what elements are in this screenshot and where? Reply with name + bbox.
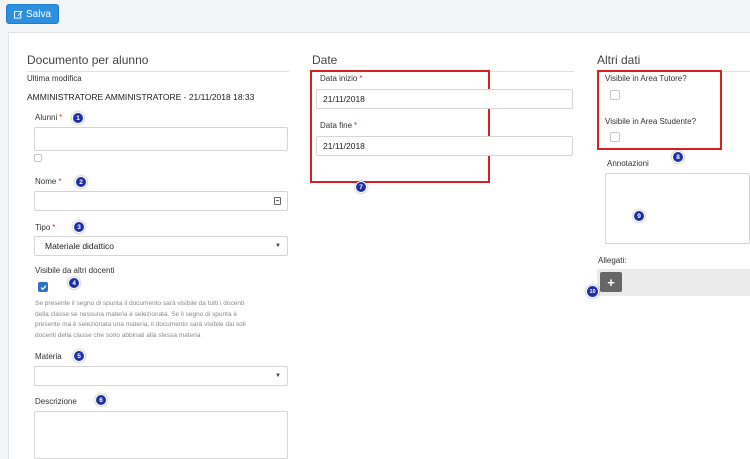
chevron-down-icon: ▼	[275, 373, 281, 379]
visibile-help-text: Se presente il segno di spunta il docume…	[35, 300, 246, 339]
data-inizio-label: Data inizio *	[320, 74, 363, 83]
badge-4: 4	[69, 278, 79, 288]
studente-checkbox[interactable]	[610, 132, 620, 142]
descrizione-textarea[interactable]	[34, 411, 288, 459]
allegati-label: Allegati:	[598, 256, 627, 265]
annotazioni-label: Annotazioni	[607, 159, 649, 168]
nome-label: Nome *	[35, 177, 62, 186]
materia-label: Materia	[35, 352, 62, 361]
save-button[interactable]: Salva	[6, 4, 60, 24]
data-fine-input[interactable]: 21/11/2018	[316, 136, 573, 156]
check-icon	[40, 284, 46, 290]
badge-8: 8	[673, 152, 683, 162]
badge-5: 5	[74, 351, 84, 361]
badge-2: 2	[76, 177, 86, 187]
tipo-label: Tipo *	[35, 223, 56, 232]
add-attachment-button[interactable]: +	[600, 272, 622, 292]
chevron-down-icon: ▼	[275, 243, 281, 249]
badge-1: 1	[73, 113, 83, 123]
calendar-icon	[274, 197, 281, 205]
badge-10: 10	[587, 286, 598, 297]
descrizione-label: Descrizione	[35, 397, 77, 406]
badge-3: 3	[74, 222, 84, 232]
visibile-checkbox[interactable]	[38, 282, 48, 292]
tipo-select[interactable]: Materiale didattico ▼	[34, 236, 288, 256]
badge-7: 7	[356, 182, 366, 192]
data-fine-label: Data fine *	[320, 121, 358, 130]
alunni-checkbox[interactable]	[34, 154, 42, 162]
tutore-label: Visibile in Area Tutore?	[605, 74, 687, 83]
alunni-label: Alunni *	[35, 113, 63, 122]
data-inizio-input[interactable]: 21/11/2018	[316, 89, 573, 109]
studente-label: Visibile in Area Studente?	[605, 117, 697, 126]
last-modified-label: Ultima modifica	[27, 74, 82, 83]
tipo-select-value: Materiale didattico	[45, 241, 114, 251]
alunni-input[interactable]	[34, 127, 288, 151]
last-modified-value: AMMINISTRATORE AMMINISTRATORE - 21/11/20…	[27, 92, 255, 102]
visibile-label: Visibile da altri docenti	[35, 266, 115, 275]
section-title-documento: Documento per alunno	[27, 53, 289, 72]
annotazioni-textarea[interactable]	[605, 173, 750, 244]
nome-input[interactable]	[34, 191, 288, 211]
plus-icon: +	[607, 274, 615, 290]
badge-6: 6	[96, 395, 106, 405]
badge-9: 9	[634, 211, 644, 221]
materia-select[interactable]: ▼	[34, 366, 288, 386]
tutore-checkbox[interactable]	[610, 90, 620, 100]
edit-icon	[14, 10, 23, 19]
save-label: Salva	[26, 8, 52, 20]
